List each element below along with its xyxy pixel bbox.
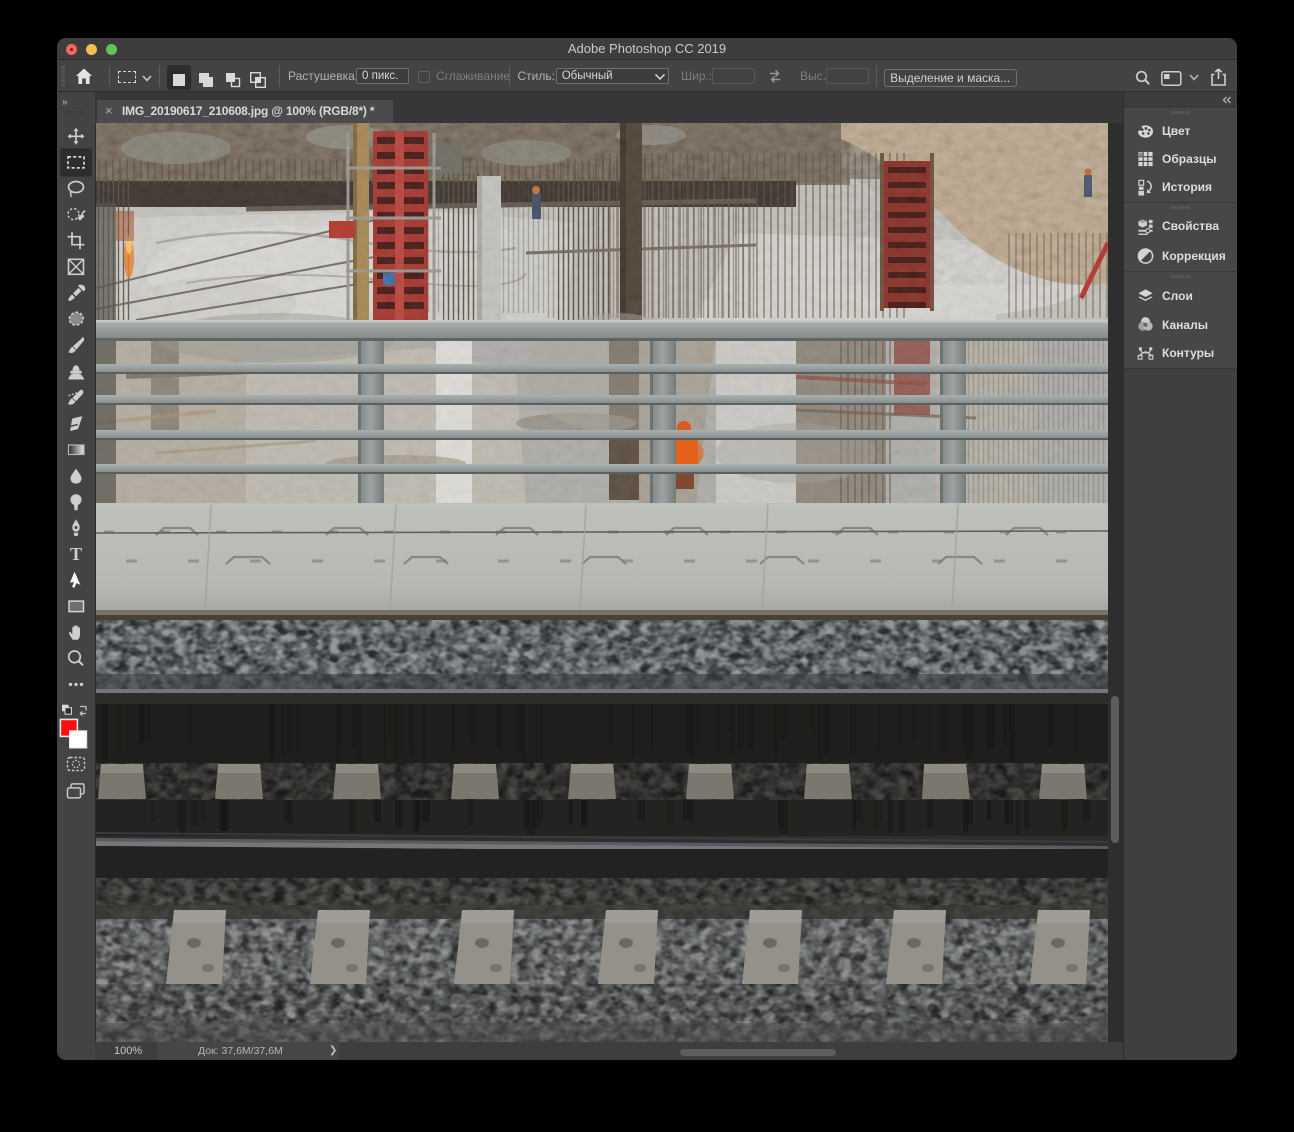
svg-text:»: »	[62, 97, 68, 108]
svg-text:T: T	[70, 544, 82, 564]
